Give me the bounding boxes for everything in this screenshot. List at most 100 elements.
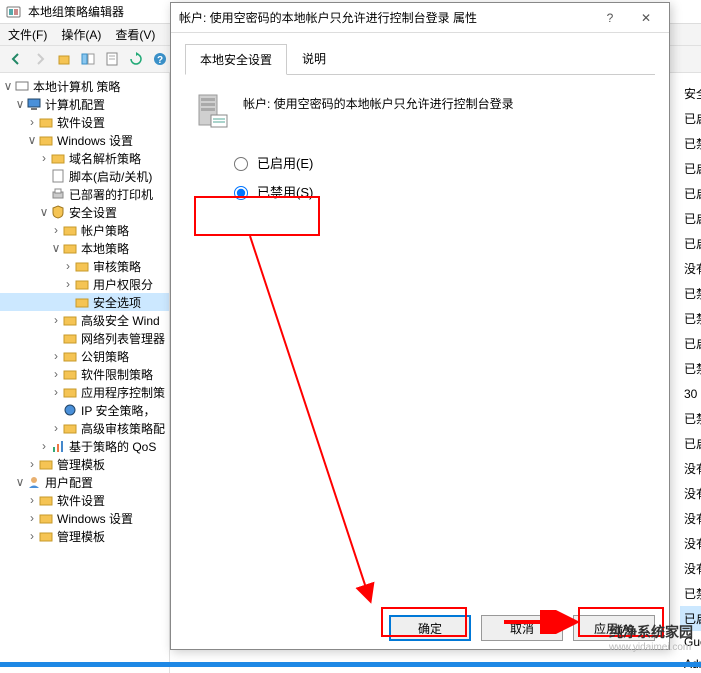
folder-icon <box>62 366 78 382</box>
tab-security[interactable]: 本地安全设置 <box>185 44 287 75</box>
status-item[interactable]: 已禁用 <box>680 406 701 431</box>
tree-label: Windows 设置 <box>57 510 133 527</box>
tree-label: 软件限制策略 <box>81 366 153 383</box>
tree-label: 本地策略 <box>81 240 129 257</box>
radio-disabled[interactable]: 已禁用(S) <box>229 182 655 201</box>
status-item[interactable]: 已启用 <box>680 181 701 206</box>
status-item[interactable]: 已启用 <box>680 206 701 231</box>
tree-script[interactable]: 脚本(启动/关机) <box>0 167 169 185</box>
folder-icon <box>62 348 78 364</box>
back-icon[interactable] <box>6 49 26 69</box>
tree-software2[interactable]: ›软件设置 <box>0 491 169 509</box>
forward-icon[interactable] <box>30 49 50 69</box>
help-button[interactable]: ? <box>595 11 625 25</box>
status-item[interactable]: 没有定义 <box>680 531 701 556</box>
status-item[interactable]: 已禁用 <box>680 356 701 381</box>
status-item[interactable]: 没有定义 <box>680 506 701 531</box>
tree-label: IP 安全策略， <box>81 402 155 419</box>
status-item[interactable]: 安全设置 <box>680 81 701 106</box>
status-item[interactable]: 30 天 <box>680 381 701 406</box>
tree-admtmpl[interactable]: ›管理模板 <box>0 455 169 473</box>
tree-pubkey[interactable]: ›公钥策略 <box>0 347 169 365</box>
tab-explain[interactable]: 说明 <box>287 43 341 74</box>
tree-printers[interactable]: 已部署的打印机 <box>0 185 169 203</box>
radio-disabled-input[interactable] <box>234 186 248 200</box>
radio-enabled[interactable]: 已启用(E) <box>229 153 655 172</box>
close-button[interactable]: ✕ <box>631 11 661 25</box>
tree-admtmpl2[interactable]: ›管理模板 <box>0 527 169 545</box>
caret-icon: › <box>50 223 62 237</box>
help-icon[interactable]: ? <box>150 49 170 69</box>
folder-icon <box>74 258 90 274</box>
tree-advaudit[interactable]: ›高级审核策略配 <box>0 419 169 437</box>
cancel-button[interactable]: 取消 <box>481 615 563 641</box>
menu-file[interactable]: 文件(F) <box>8 26 47 43</box>
watermark: 纯净系统家园 www.yidaimei.com <box>609 622 693 653</box>
tree-label: Windows 设置 <box>57 132 133 149</box>
caret-icon: › <box>26 511 38 525</box>
tree-windows2[interactable]: › Windows 设置 <box>0 509 169 527</box>
status-item[interactable]: 没有定义 <box>680 256 701 281</box>
status-item[interactable]: 已启用 <box>680 231 701 256</box>
svg-text:?: ? <box>157 55 163 66</box>
tree-root[interactable]: ∨ 本地计算机 策略 <box>0 77 169 95</box>
tree-local[interactable]: ∨本地策略 <box>0 239 169 257</box>
tree-label: 应用程序控制策 <box>81 384 165 401</box>
menu-view[interactable]: 查看(V) <box>115 26 155 43</box>
tree-options[interactable]: 安全选项 <box>0 293 169 311</box>
status-item[interactable]: 已启用 <box>680 156 701 181</box>
tree-label: 管理模板 <box>57 456 105 473</box>
tree-label: 软件设置 <box>57 492 105 509</box>
status-item[interactable]: 已启用 <box>680 431 701 456</box>
tree-audit[interactable]: ›审核策略 <box>0 257 169 275</box>
tree-security[interactable]: ∨安全设置 <box>0 203 169 221</box>
menu-action[interactable]: 操作(A) <box>61 26 101 43</box>
tree-ipsec[interactable]: IP 安全策略， <box>0 401 169 419</box>
status-item[interactable]: 没有定义 <box>680 456 701 481</box>
status-item[interactable]: 已启用 <box>680 331 701 356</box>
status-item[interactable]: 已禁用 <box>680 281 701 306</box>
tree-dns[interactable]: ›域名解析策略 <box>0 149 169 167</box>
status-item[interactable]: 已禁用 <box>680 581 701 606</box>
caret-icon: › <box>50 385 62 399</box>
ok-button[interactable]: 确定 <box>389 615 471 641</box>
tree-netlist[interactable]: 网络列表管理器 <box>0 329 169 347</box>
status-item[interactable]: 已禁用 <box>680 306 701 331</box>
caret-icon: ∨ <box>14 97 26 111</box>
caret-icon: › <box>50 421 62 435</box>
tree-advfw[interactable]: ›高级安全 Wind <box>0 311 169 329</box>
status-item[interactable]: 没有定义 <box>680 481 701 506</box>
tree-appctrl[interactable]: › 应用程序控制策 <box>0 383 169 401</box>
dialog-titlebar[interactable]: 帐户: 使用空密码的本地帐户只允许进行控制台登录 属性 ? ✕ <box>171 3 669 33</box>
tree-label: 网络列表管理器 <box>81 330 165 347</box>
tree-account[interactable]: ›帐户策略 <box>0 221 169 239</box>
tree-swres[interactable]: ›软件限制策略 <box>0 365 169 383</box>
dialog-tabs: 本地安全设置 说明 <box>185 43 655 75</box>
shield-icon <box>62 402 78 418</box>
dialog-title: 帐户: 使用空密码的本地帐户只允许进行控制台登录 属性 <box>179 9 595 26</box>
tree-label: 审核策略 <box>93 258 141 275</box>
computer-icon <box>26 96 42 112</box>
show-hide-icon[interactable] <box>78 49 98 69</box>
properties-icon[interactable] <box>102 49 122 69</box>
caret-icon: ∨ <box>2 79 14 93</box>
caret-icon: › <box>50 313 62 327</box>
tree-windows[interactable]: ∨Windows 设置 <box>0 131 169 149</box>
main-title: 本地组策略编辑器 <box>28 3 124 20</box>
tree-label: 已部署的打印机 <box>69 186 153 203</box>
refresh-icon[interactable] <box>126 49 146 69</box>
up-icon[interactable] <box>54 49 74 69</box>
status-item[interactable]: 已启用 <box>680 106 701 131</box>
tree-rights[interactable]: ›用户权限分 <box>0 275 169 293</box>
tree-software[interactable]: ›软件设置 <box>0 113 169 131</box>
tree-pane[interactable]: ∨本地计算机 策略 ∨计算机配置 ›软件设置 ∨Windows 设置 ›域名解析… <box>0 73 170 673</box>
radio-enabled-input[interactable] <box>234 157 248 171</box>
tree-user[interactable]: ∨用户配置 <box>0 473 169 491</box>
app-icon <box>6 4 22 20</box>
status-item[interactable]: 没有定义 <box>680 556 701 581</box>
tree-qos[interactable]: ›基于策略的 QoS <box>0 437 169 455</box>
tree-label: 本地计算机 策略 <box>33 78 120 95</box>
tree-label: 管理模板 <box>57 528 105 545</box>
status-item[interactable]: 已禁用 <box>680 131 701 156</box>
tree-computer[interactable]: ∨计算机配置 <box>0 95 169 113</box>
